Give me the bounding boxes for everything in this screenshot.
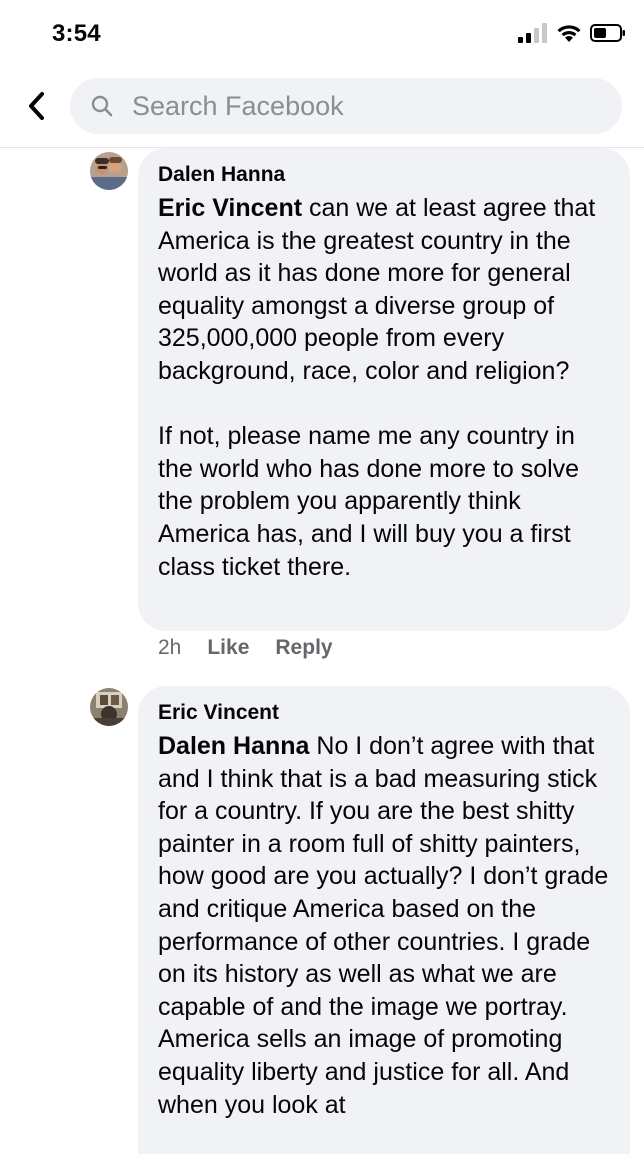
status-bar: 3:54: [0, 0, 644, 66]
chevron-left-icon: [29, 92, 44, 120]
comment-paragraph: If not, please name me any country in th…: [158, 422, 580, 581]
comment-paragraph: No I don’t agree with that and I think t…: [158, 732, 609, 1119]
reply-button[interactable]: Reply: [275, 636, 332, 660]
header: [0, 66, 644, 148]
comment-author[interactable]: Eric Vincent: [158, 700, 610, 726]
comment-text: Eric Vincent can we at least agree that …: [158, 192, 610, 583]
search-icon: [91, 95, 113, 117]
profile-photo: [90, 152, 128, 190]
comment-paragraph: can we at least agree that America is th…: [158, 194, 596, 385]
avatar[interactable]: [90, 152, 128, 190]
comment-author[interactable]: Dalen Hanna: [158, 162, 610, 188]
comment-actions: 2h Like Reply: [158, 636, 333, 660]
search-input[interactable]: [132, 90, 572, 122]
comment-bubble: Eric Vincent Dalen Hanna No I don’t agre…: [138, 686, 630, 1158]
like-button[interactable]: Like: [207, 636, 249, 660]
back-button[interactable]: [20, 88, 52, 124]
wifi-icon: [557, 25, 581, 42]
battery-icon: [590, 24, 625, 42]
comment-bubble: Dalen Hanna Eric Vincent can we at least…: [138, 148, 630, 631]
search-bar[interactable]: [70, 78, 622, 134]
comment-timestamp[interactable]: 2h: [158, 636, 181, 660]
mention-link[interactable]: Eric Vincent: [158, 194, 302, 222]
status-time: 3:54: [52, 20, 101, 47]
profile-photo: [90, 688, 128, 726]
avatar[interactable]: [90, 688, 128, 726]
status-icons: [518, 22, 626, 44]
mention-link[interactable]: Dalen Hanna: [158, 732, 309, 760]
page-bottom-edge: [0, 1154, 644, 1158]
cellular-signal-icon: [518, 23, 547, 43]
comment-text: Dalen Hanna No I don’t agree with that a…: [158, 730, 610, 1121]
